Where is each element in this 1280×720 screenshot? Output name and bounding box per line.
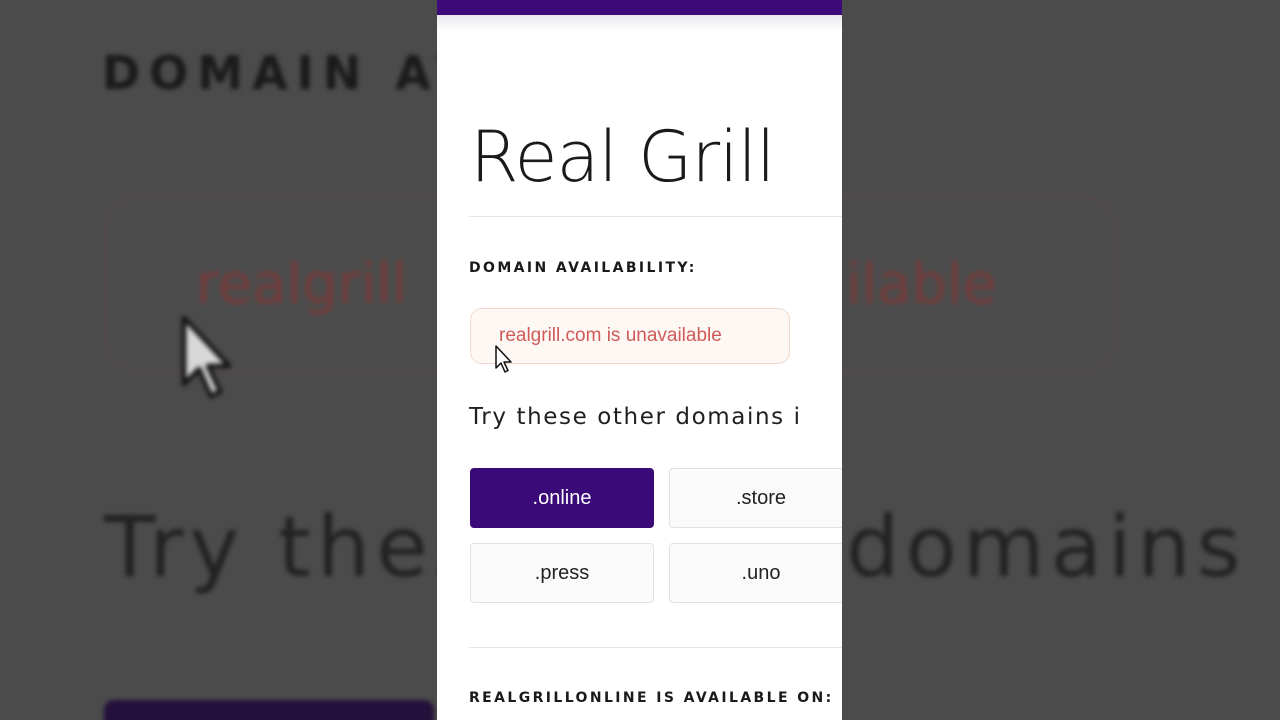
divider xyxy=(469,216,842,217)
top-nav-shadow xyxy=(437,15,842,31)
bg-try-text-left: Try thes xyxy=(104,498,484,596)
domain-availability-label: DOMAIN AVAILABILITY: xyxy=(469,260,697,276)
site-title: Real Grill xyxy=(470,116,776,198)
bg-button xyxy=(104,700,434,720)
mouse-cursor-icon xyxy=(495,345,512,373)
bg-try-text-right: domains i xyxy=(846,498,1280,596)
tld-option-store[interactable]: .store xyxy=(669,468,842,528)
bg-status-text-right: ilable xyxy=(846,252,997,317)
top-nav-bar xyxy=(437,0,842,15)
divider xyxy=(469,647,842,648)
domain-status-badge: realgrill.com is unavailable xyxy=(470,308,790,364)
bg-heading: DOMAIN AV xyxy=(102,46,482,100)
tld-option-press[interactable]: .press xyxy=(470,543,654,603)
bg-status-text-left: realgrill xyxy=(196,252,408,317)
tld-option-uno[interactable]: .uno xyxy=(669,543,842,603)
bg-cursor-icon xyxy=(181,315,232,399)
tld-option-online[interactable]: .online xyxy=(470,468,654,528)
suggestions-heading: Try these other domains i xyxy=(469,404,802,430)
domain-status-text: realgrill.com is unavailable xyxy=(499,325,722,346)
available-on-label: REALGRILLONLINE IS AVAILABLE ON: xyxy=(469,690,834,706)
